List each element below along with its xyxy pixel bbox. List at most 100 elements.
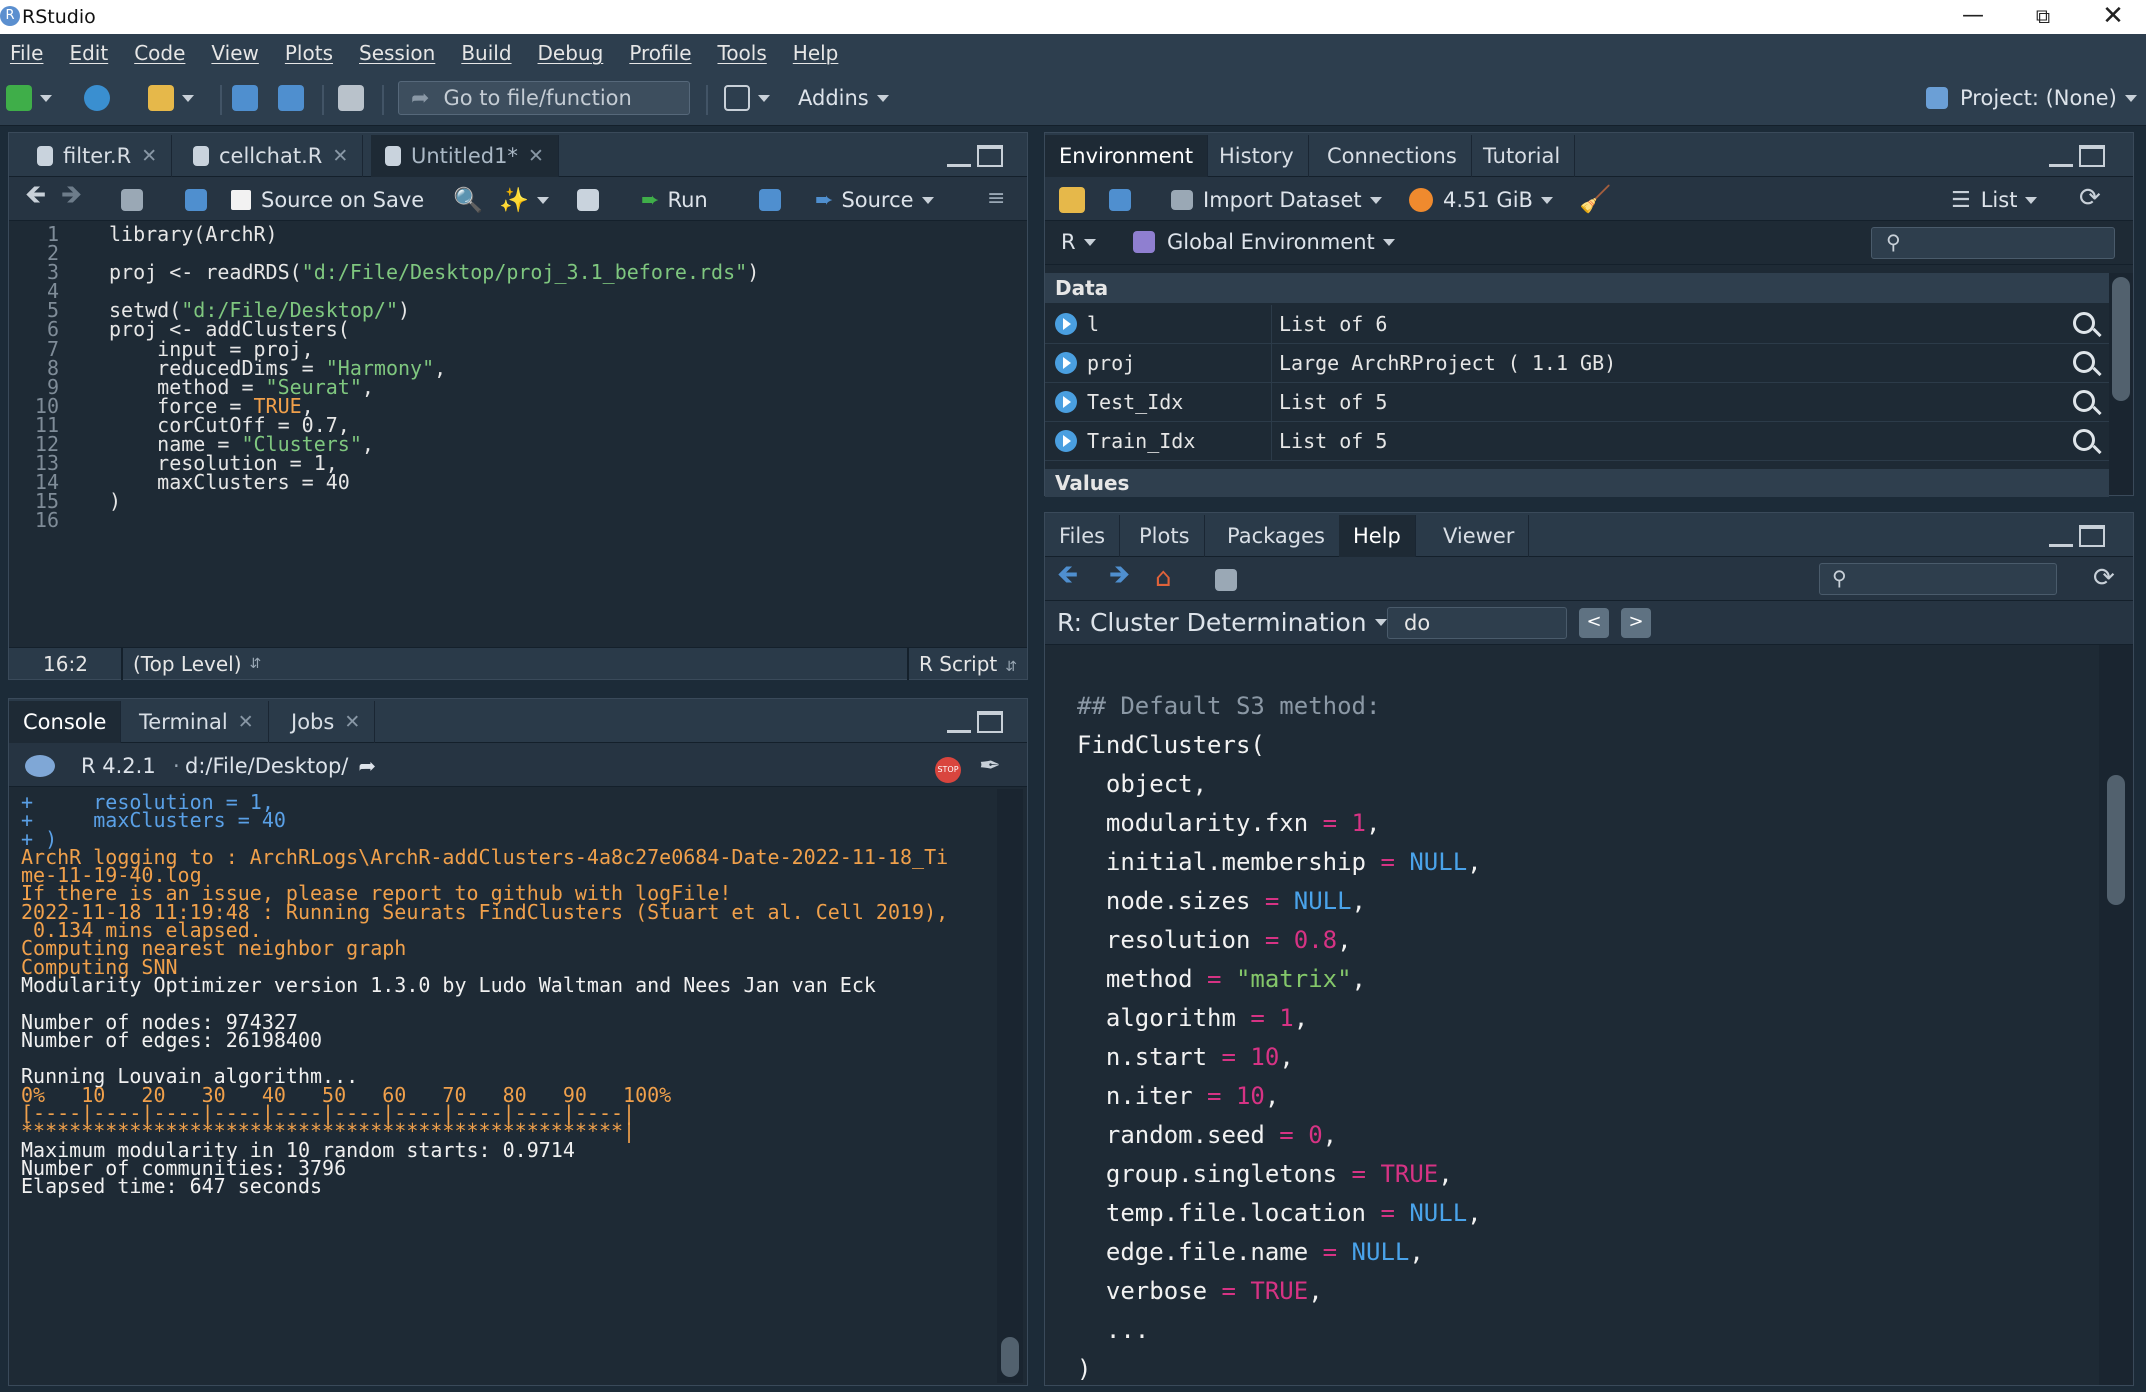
stop-button[interactable]: STOP <box>935 753 961 787</box>
menu-session[interactable]: Session <box>359 41 435 65</box>
expand-icon[interactable] <box>1055 430 1077 452</box>
env-search-input[interactable]: ⚲ <box>1871 227 2115 259</box>
import-dataset-button[interactable]: Import Dataset <box>1171 183 1382 217</box>
find-in-topic-input[interactable]: do <box>1387 607 1567 639</box>
tab-connections[interactable]: Connections <box>1313 135 1472 177</box>
minimize-icon[interactable]: — <box>1938 0 2008 34</box>
minimize-maximize-pane[interactable] <box>2049 525 2107 549</box>
back-icon[interactable]: 🡸 <box>25 180 46 215</box>
minimize-maximize-pane[interactable] <box>947 145 1005 169</box>
menu-debug[interactable]: Debug <box>538 41 604 65</box>
forward-icon[interactable]: 🡺 <box>61 180 82 215</box>
tab-terminal[interactable]: Terminal ✕ <box>125 701 269 743</box>
close-tab-icon[interactable]: ✕ <box>141 145 157 167</box>
view-mode-button[interactable]: ☰ List <box>1951 183 2038 217</box>
tab-filter-r[interactable]: filter.R ✕ <box>23 135 173 177</box>
code-tools-button[interactable]: ✨ <box>499 183 549 217</box>
find-next-button[interactable]: > <box>1621 608 1651 638</box>
addins-button[interactable]: Addins <box>798 81 889 115</box>
refresh-icon[interactable]: ⟳ <box>2093 561 2115 595</box>
language-selector[interactable]: R <box>1061 225 1096 259</box>
close-icon[interactable]: ✕ <box>2078 0 2146 34</box>
scope-selector[interactable]: (Top Level) <box>133 652 242 676</box>
env-row[interactable]: proj Large ArchRProject ( 1.1 GB) <box>1045 344 2109 383</box>
rerun-button[interactable] <box>759 183 781 217</box>
load-workspace-button[interactable] <box>1059 183 1085 217</box>
file-type-selector[interactable]: R Script ⇵ <box>919 652 1017 676</box>
show-in-window-button[interactable] <box>121 183 143 217</box>
help-search-input[interactable]: ⚲ <box>1819 563 2057 595</box>
expand-icon[interactable] <box>1055 391 1077 413</box>
minimize-maximize-pane[interactable] <box>947 711 1005 735</box>
find-replace-button[interactable]: 🔍 <box>453 183 483 217</box>
compile-report-button[interactable] <box>577 183 599 217</box>
find-previous-button[interactable]: < <box>1579 608 1609 638</box>
restore-icon[interactable]: ⧉ <box>2008 0 2078 34</box>
clear-console-icon[interactable]: ✒ <box>979 749 1001 783</box>
console-scrollbar[interactable] <box>997 789 1023 1383</box>
new-project-button[interactable] <box>84 81 110 115</box>
popout-button[interactable] <box>1215 563 1237 597</box>
source-button[interactable]: ➨ Source <box>815 183 934 217</box>
outline-icon[interactable]: ≡ <box>987 181 1005 215</box>
menu-profile[interactable]: Profile <box>629 41 691 65</box>
tab-history[interactable]: History <box>1205 135 1309 177</box>
console-output[interactable]: + resolution = 1, + maxClusters = 40 + ) Ar… <box>21 793 1001 1383</box>
minimize-maximize-pane[interactable] <box>2049 145 2107 169</box>
project-menu[interactable]: Project: (None) <box>1926 81 2137 115</box>
back-icon[interactable]: 🡸 <box>1057 560 1078 595</box>
close-tab-icon[interactable]: ✕ <box>528 145 544 167</box>
view-data-icon[interactable] <box>2073 312 2095 334</box>
forward-icon[interactable]: 🡺 <box>1109 560 1130 595</box>
open-file-button[interactable] <box>148 81 194 115</box>
menu-plots[interactable]: Plots <box>285 41 333 65</box>
scope-selector[interactable]: Global Environment <box>1133 225 1395 259</box>
menu-view[interactable]: View <box>211 41 258 65</box>
home-icon[interactable]: ⌂ <box>1155 561 1172 595</box>
new-file-button[interactable] <box>6 81 52 115</box>
help-scrollbar[interactable] <box>2099 645 2133 1385</box>
menu-code[interactable]: Code <box>134 41 185 65</box>
env-row[interactable]: Train_Idx List of 5 <box>1045 422 2109 461</box>
menu-tools[interactable]: Tools <box>718 41 767 65</box>
clear-workspace-icon[interactable]: 🧹 <box>1579 183 1611 217</box>
close-tab-icon[interactable]: ✕ <box>332 145 348 167</box>
tab-untitled1[interactable]: Untitled1* ✕ <box>371 135 559 177</box>
tab-plots[interactable]: Plots <box>1125 515 1205 557</box>
save-all-button[interactable] <box>278 81 304 115</box>
view-data-icon[interactable] <box>2073 351 2095 373</box>
source-on-save-checkbox[interactable]: Source on Save <box>231 183 424 217</box>
run-button[interactable]: ➨ Run <box>641 183 708 217</box>
expand-icon[interactable] <box>1055 313 1077 335</box>
tab-help[interactable]: Help <box>1339 515 1416 557</box>
menu-build[interactable]: Build <box>461 41 511 65</box>
help-topic-selector[interactable]: R: Cluster Determination <box>1057 605 1387 639</box>
tab-environment[interactable]: Environment <box>1045 135 1209 177</box>
tab-cellchat-r[interactable]: cellchat.R ✕ <box>179 135 364 177</box>
save-file-button[interactable] <box>185 183 207 217</box>
goto-file-input[interactable]: ➦ Go to file/function <box>398 81 690 115</box>
menu-help[interactable]: Help <box>793 41 839 65</box>
memory-usage-button[interactable]: 4.51 GiB <box>1409 183 1553 217</box>
print-button[interactable] <box>338 81 364 115</box>
tab-files[interactable]: Files <box>1045 515 1121 557</box>
save-workspace-button[interactable] <box>1109 183 1131 217</box>
save-button[interactable] <box>232 81 258 115</box>
working-directory[interactable]: d:/File/Desktop/ ➦ <box>185 749 376 783</box>
view-data-icon[interactable] <box>2073 390 2095 412</box>
refresh-icon[interactable]: ⟳ <box>2079 181 2101 215</box>
workspace-panes-button[interactable] <box>724 81 770 115</box>
env-row[interactable]: Test_Idx List of 5 <box>1045 383 2109 422</box>
close-tab-icon[interactable]: ✕ <box>344 711 360 733</box>
tab-jobs[interactable]: Jobs ✕ <box>277 701 376 743</box>
env-row[interactable]: l List of 6 <box>1045 305 2109 344</box>
tab-viewer[interactable]: Viewer <box>1429 515 1530 557</box>
tab-tutorial[interactable]: Tutorial <box>1469 135 1576 177</box>
code-editor[interactable]: library(ArchR) proj <- readRDS("d:/File/… <box>109 224 1009 615</box>
tab-packages[interactable]: Packages <box>1213 515 1340 557</box>
close-tab-icon[interactable]: ✕ <box>238 711 254 733</box>
menu-edit[interactable]: Edit <box>69 41 108 65</box>
menu-file[interactable]: File <box>10 41 43 65</box>
view-data-icon[interactable] <box>2073 429 2095 451</box>
tab-console[interactable]: Console <box>9 701 122 743</box>
